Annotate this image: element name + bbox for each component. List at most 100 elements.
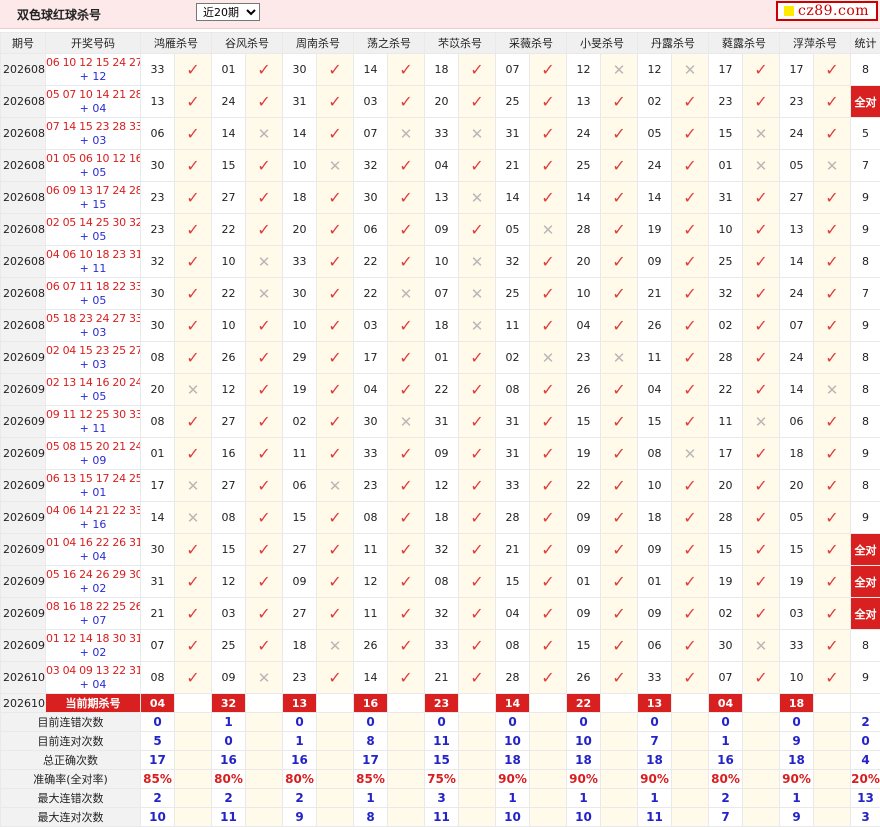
table-row: 202608401 05 06 10 12 16+ 0530✓15✓10✕32✓… xyxy=(1,150,880,182)
check-icon: ✓ xyxy=(175,182,212,214)
summary-value: 10 xyxy=(496,808,530,827)
draw-numbers: 06 07 11 18 22 33+ 05 xyxy=(46,278,141,310)
check-icon: ✓ xyxy=(743,598,780,630)
check-icon: ✓ xyxy=(672,182,709,214)
spacer-cell xyxy=(743,789,780,808)
kill-number: 04 xyxy=(567,310,601,342)
col-header-expert[interactable]: 采薇杀号 xyxy=(496,33,567,54)
check-icon: ✓ xyxy=(246,182,283,214)
table-row: 202609209 11 12 25 30 33+ 1108✓27✓02✓30✕… xyxy=(1,406,880,438)
col-header-expert[interactable]: 鸿雁杀号 xyxy=(141,33,212,54)
spacer-cell xyxy=(851,694,880,713)
kill-number: 17 xyxy=(141,470,175,502)
col-header-expert[interactable]: 小旻杀号 xyxy=(567,33,638,54)
site-logo[interactable]: cz89.com xyxy=(776,1,878,21)
kill-number: 08 xyxy=(354,502,388,534)
check-icon: ✓ xyxy=(246,214,283,246)
kill-number: 31 xyxy=(709,182,743,214)
kill-number: 19 xyxy=(780,566,814,598)
kill-number: 02 xyxy=(496,342,530,374)
kill-number: 09 xyxy=(425,438,459,470)
kill-number: 27 xyxy=(212,182,246,214)
cross-icon: ✕ xyxy=(672,438,709,470)
summary-value: 1 xyxy=(780,789,814,808)
blue-ball: + 02 xyxy=(46,582,140,596)
check-icon: ✓ xyxy=(246,438,283,470)
kill-number: 19 xyxy=(638,214,672,246)
check-icon: ✓ xyxy=(743,534,780,566)
cross-icon: ✕ xyxy=(175,374,212,406)
kill-number: 03 xyxy=(780,598,814,630)
kill-number: 25 xyxy=(496,278,530,310)
check-icon: ✓ xyxy=(743,470,780,502)
kill-number: 22 xyxy=(354,278,388,310)
kill-number: 19 xyxy=(283,374,317,406)
col-header-expert[interactable]: 芣苡杀号 xyxy=(425,33,496,54)
col-header-expert[interactable]: 丹露杀号 xyxy=(638,33,709,54)
check-icon: ✓ xyxy=(175,54,212,86)
spacer-cell xyxy=(388,808,425,827)
kill-number: 33 xyxy=(425,630,459,662)
check-icon: ✓ xyxy=(530,630,567,662)
summary-stat: 4 xyxy=(851,751,880,770)
summary-value: 1 xyxy=(496,789,530,808)
col-header-expert[interactable]: 浮萍杀号 xyxy=(780,33,851,54)
spacer-cell xyxy=(175,732,212,751)
kill-number: 25 xyxy=(212,630,246,662)
summary-value: 10 xyxy=(496,732,530,751)
col-header-expert[interactable]: 谷风杀号 xyxy=(212,33,283,54)
kill-number: 08 xyxy=(638,438,672,470)
kill-number: 14 xyxy=(354,662,388,694)
summary-value: 16 xyxy=(283,751,317,770)
col-header-expert[interactable]: 周南杀号 xyxy=(283,33,354,54)
spacer-cell xyxy=(601,770,638,789)
check-icon: ✓ xyxy=(246,342,283,374)
check-icon: ✓ xyxy=(246,374,283,406)
kill-number: 07 xyxy=(354,118,388,150)
kill-number: 12 xyxy=(425,470,459,502)
kill-number: 09 xyxy=(638,598,672,630)
col-header-expert[interactable]: 荡之杀号 xyxy=(354,33,425,54)
cross-icon: ✕ xyxy=(601,54,638,86)
period-select[interactable]: 近20期 xyxy=(196,3,260,21)
check-icon: ✓ xyxy=(601,534,638,566)
check-icon: ✓ xyxy=(530,662,567,694)
summary-value: 5 xyxy=(141,732,175,751)
summary-value: 1 xyxy=(283,732,317,751)
red-balls: 03 04 09 13 22 31 xyxy=(46,664,140,678)
check-icon: ✓ xyxy=(814,246,851,278)
kill-number: 24 xyxy=(638,150,672,182)
check-icon: ✓ xyxy=(459,502,496,534)
kill-number: 08 xyxy=(425,566,459,598)
check-icon: ✓ xyxy=(814,598,851,630)
kill-number: 14 xyxy=(496,182,530,214)
check-icon: ✓ xyxy=(459,534,496,566)
summary-value: 9 xyxy=(780,732,814,751)
spacer-cell xyxy=(530,713,567,732)
spacer-cell xyxy=(814,808,851,827)
check-icon: ✓ xyxy=(743,246,780,278)
spacer-cell xyxy=(530,789,567,808)
kill-number: 09 xyxy=(212,662,246,694)
check-icon: ✓ xyxy=(246,406,283,438)
blue-ball: + 05 xyxy=(46,166,140,180)
spacer-cell xyxy=(175,694,212,713)
check-icon: ✓ xyxy=(459,566,496,598)
kill-number: 23 xyxy=(780,86,814,118)
check-icon: ✓ xyxy=(388,630,425,662)
summary-value: 9 xyxy=(283,808,317,827)
summary-value: 85% xyxy=(141,770,175,789)
draw-numbers: 06 09 13 17 24 28+ 15 xyxy=(46,182,141,214)
kill-number: 22 xyxy=(425,374,459,406)
summary-value: 0 xyxy=(212,732,246,751)
kill-number: 15 xyxy=(709,534,743,566)
kill-number: 10 xyxy=(638,470,672,502)
check-icon: ✓ xyxy=(743,214,780,246)
spacer-cell xyxy=(743,713,780,732)
check-icon: ✓ xyxy=(814,342,851,374)
summary-label: 最大连对次数 xyxy=(1,808,141,827)
col-header-expert[interactable]: 蕤露杀号 xyxy=(709,33,780,54)
cross-icon: ✕ xyxy=(317,630,354,662)
kill-number: 23 xyxy=(283,662,317,694)
kill-number: 32 xyxy=(496,246,530,278)
